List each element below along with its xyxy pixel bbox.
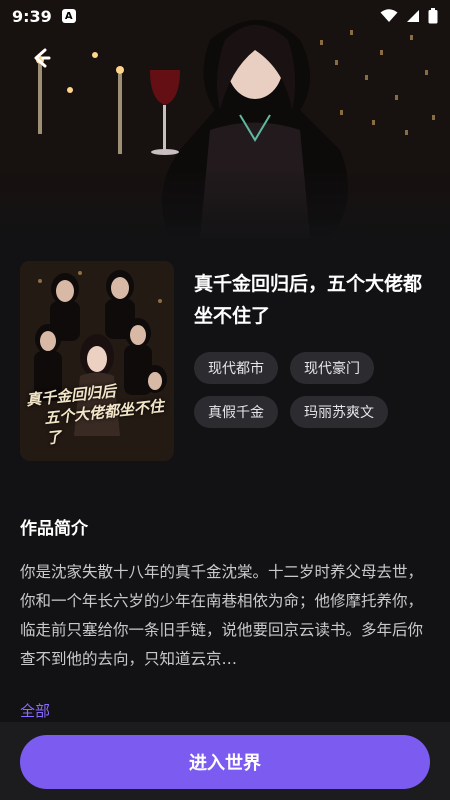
content-area: 真千金回归后 五个大佬都坐不住了 真千金回归后，五个大佬都坐不住了 现代都市 现… bbox=[0, 238, 450, 800]
status-bar: 9:39 A bbox=[0, 0, 450, 32]
intro-heading: 作品简介 bbox=[20, 519, 88, 539]
hero-fade bbox=[0, 168, 450, 238]
notification-badge: A bbox=[61, 9, 76, 23]
tag-chip[interactable]: 现代豪门 bbox=[290, 352, 374, 384]
tag-list: 现代都市 现代豪门 真假千金 玛丽苏爽文 bbox=[194, 352, 434, 428]
back-button[interactable] bbox=[26, 42, 58, 74]
battery-icon bbox=[428, 8, 438, 24]
signal-icon bbox=[407, 10, 419, 22]
wifi-icon bbox=[380, 9, 398, 22]
book-cover[interactable]: 真千金回归后 五个大佬都坐不住了 bbox=[20, 261, 174, 461]
tag-chip[interactable]: 现代都市 bbox=[194, 352, 278, 384]
enter-world-button[interactable]: 进入世界 bbox=[20, 735, 430, 789]
intro-text: 你是沈家失散十八年的真千金沈棠。十二岁时养父母去世，你和一个年长六岁的少年在南巷… bbox=[20, 563, 424, 668]
show-all-link[interactable]: 全部 bbox=[20, 700, 50, 721]
hero-banner bbox=[0, 0, 450, 238]
tag-chip[interactable]: 真假千金 bbox=[194, 396, 278, 428]
book-title: 真千金回归后，五个大佬都坐不住了 bbox=[194, 273, 423, 327]
status-time: 9:39 bbox=[12, 6, 52, 26]
tag-chip[interactable]: 玛丽苏爽文 bbox=[290, 396, 388, 428]
back-arrow-icon bbox=[34, 48, 51, 68]
status-icons bbox=[380, 8, 438, 24]
